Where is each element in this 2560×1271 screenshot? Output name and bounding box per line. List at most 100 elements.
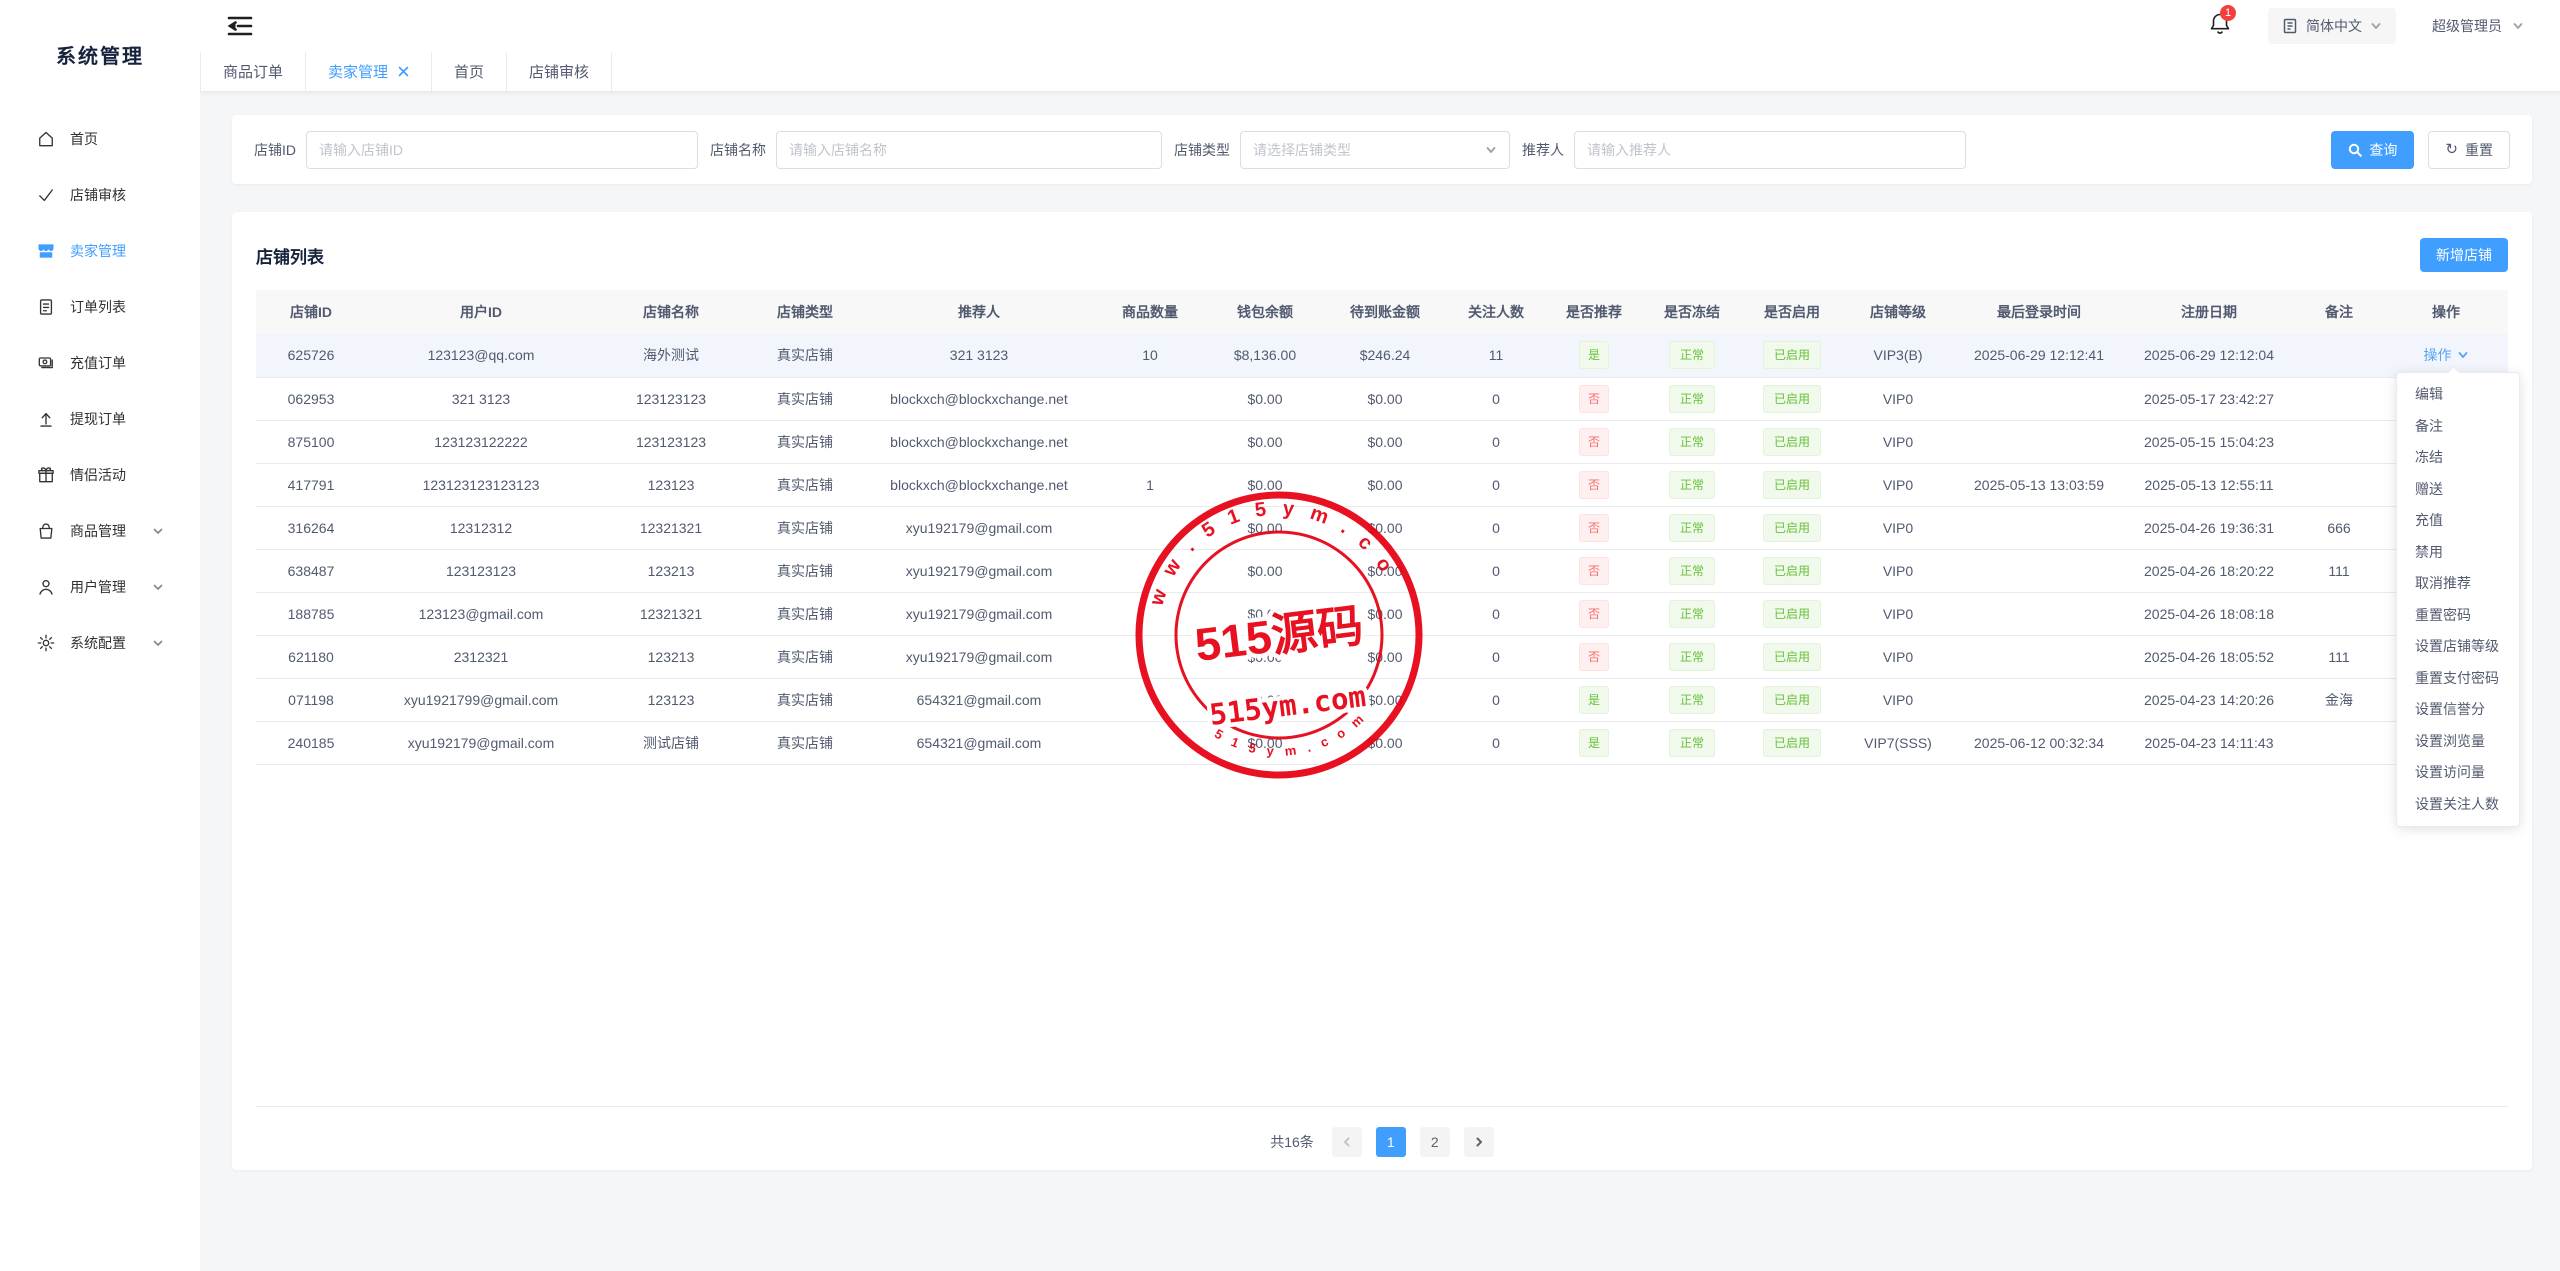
card-header: 店铺列表 新增店铺 (232, 212, 2532, 290)
topbar: 1 简体中文 超级管理员 (200, 0, 2560, 52)
cell-register: 2025-04-23 14:20:26 (2124, 678, 2294, 721)
filter-shop-name: 店铺名称 (710, 131, 1162, 169)
cell-user: 321 3123 (366, 377, 596, 420)
cell-goods (1094, 549, 1206, 592)
page-button-1[interactable]: 1 (1376, 1127, 1406, 1157)
main-area: 1 简体中文 超级管理员 商品订单 卖家管理 首页 店铺审核 (200, 0, 2560, 1271)
tab-shop-review[interactable]: 店铺审核 (506, 52, 612, 92)
column-header: 店铺等级 (1842, 290, 1954, 334)
sidebar-item-seller-management[interactable]: 卖家管理 (0, 223, 200, 279)
action-label: 操作 (2424, 345, 2452, 365)
sidebar-item-order-list[interactable]: 订单列表 (0, 279, 200, 335)
column-header: 是否推荐 (1546, 290, 1642, 334)
add-shop-button[interactable]: 新增店铺 (2420, 238, 2508, 272)
cell-name: 测试店铺 (596, 721, 746, 764)
recommend-badge: 是 (1579, 729, 1609, 757)
reset-button[interactable]: ↻ 重置 (2428, 131, 2510, 169)
shop-name-input[interactable] (776, 131, 1162, 169)
sidebar-item-system-config[interactable]: 系统配置 (0, 615, 200, 671)
cell-enable: 已启用 (1742, 377, 1842, 420)
next-page-button[interactable] (1464, 1127, 1494, 1157)
user-icon (36, 577, 56, 597)
action-menu-item[interactable]: 设置访问量 (2397, 757, 2519, 789)
sidebar-collapse-button[interactable] (226, 13, 254, 39)
action-menu-item[interactable]: 取消推荐 (2397, 568, 2519, 600)
cell-freeze: 正常 (1642, 334, 1742, 377)
column-header: 待到账金额 (1324, 290, 1446, 334)
prev-page-button[interactable] (1332, 1127, 1362, 1157)
cell-wallet: $0.00 (1206, 635, 1324, 678)
column-header: 最后登录时间 (1954, 290, 2124, 334)
cell-pending: $0.00 (1324, 463, 1446, 506)
cell-recommend: 否 (1546, 420, 1642, 463)
action-menu-item[interactable]: 编辑 (2397, 379, 2519, 411)
cell-name: 123123123 (596, 377, 746, 420)
sidebar-item-recharge-orders[interactable]: 充值订单 (0, 335, 200, 391)
cell-id: 625726 (256, 334, 366, 377)
cell-remark (2294, 721, 2384, 764)
cell-pending: $0.00 (1324, 549, 1446, 592)
cell-type: 真实店铺 (746, 592, 864, 635)
screen: 系统管理 首页 店铺审核 卖家管理 订单列表 充值订单 (0, 0, 2560, 1271)
shop-table: 店铺ID用户ID店铺名称店铺类型推荐人商品数量钱包余额待到账金额关注人数是否推荐… (256, 290, 2508, 765)
tab-home[interactable]: 首页 (431, 52, 507, 92)
cell-name: 123213 (596, 635, 746, 678)
collapse-menu-icon (226, 13, 254, 39)
action-menu-item[interactable]: 设置浏览量 (2397, 726, 2519, 758)
cell-register: 2025-04-26 19:36:31 (2124, 506, 2294, 549)
shop-type-select[interactable]: 请选择店铺类型 (1240, 131, 1510, 169)
cell-goods: 10 (1094, 334, 1206, 377)
page-button-2[interactable]: 2 (1420, 1127, 1450, 1157)
column-header: 店铺ID (256, 290, 366, 334)
chevron-down-icon (1485, 144, 1497, 156)
notifications-button[interactable]: 1 (2208, 11, 2232, 42)
sidebar-item-user-management[interactable]: 用户管理 (0, 559, 200, 615)
cell-pending: $0.00 (1324, 377, 1446, 420)
action-menu-item[interactable]: 充值 (2397, 505, 2519, 537)
sidebar-item-shop-review[interactable]: 店铺审核 (0, 167, 200, 223)
sidebar-item-label: 订单列表 (70, 297, 126, 317)
language-selector[interactable]: 简体中文 (2268, 8, 2396, 44)
tab-seller-management[interactable]: 卖家管理 (305, 52, 432, 92)
sidebar-item-withdraw-orders[interactable]: 提现订单 (0, 391, 200, 447)
action-menu-item[interactable]: 重置支付密码 (2397, 663, 2519, 695)
cell-freeze: 正常 (1642, 721, 1742, 764)
action-menu-item[interactable]: 设置关注人数 (2397, 789, 2519, 821)
cell-goods (1094, 506, 1206, 549)
cell-recommend: 否 (1546, 463, 1642, 506)
close-icon[interactable] (398, 66, 409, 77)
action-menu-item[interactable]: 设置信誉分 (2397, 694, 2519, 726)
document-icon (2282, 18, 2298, 34)
user-menu[interactable]: 超级管理员 (2432, 16, 2524, 36)
referrer-input[interactable] (1574, 131, 1966, 169)
cell-pending: $246.24 (1324, 334, 1446, 377)
row-action-trigger[interactable]: 操作 (2424, 345, 2469, 365)
shop-id-input[interactable] (306, 131, 698, 169)
action-menu-item[interactable]: 设置店铺等级 (2397, 631, 2519, 663)
filter-shop-id: 店铺ID (254, 131, 698, 169)
sidebar-item-goods-management[interactable]: 商品管理 (0, 503, 200, 559)
freeze-badge: 正常 (1669, 428, 1715, 456)
cell-freeze: 正常 (1642, 420, 1742, 463)
action-menu-item[interactable]: 备注 (2397, 411, 2519, 443)
document-icon (36, 297, 56, 317)
cell-pending: $0.00 (1324, 678, 1446, 721)
tab-goods-orders[interactable]: 商品订单 (200, 52, 306, 92)
action-menu-item[interactable]: 重置密码 (2397, 600, 2519, 632)
sidebar-item-couple-activity[interactable]: 情侣活动 (0, 447, 200, 503)
chevron-down-icon (2457, 349, 2469, 361)
column-header: 推荐人 (864, 290, 1094, 334)
check-icon (36, 185, 56, 205)
action-menu-item[interactable]: 赠送 (2397, 474, 2519, 506)
action-menu-item[interactable]: 禁用 (2397, 537, 2519, 569)
sidebar-item-home[interactable]: 首页 (0, 111, 200, 167)
action-menu-item[interactable]: 冻结 (2397, 442, 2519, 474)
shop-list-card: 店铺列表 新增店铺 店铺ID用户ID店铺名称店铺类型推荐人商品数量钱包余额待到账… (232, 212, 2532, 1170)
enable-badge: 已启用 (1763, 729, 1821, 757)
recommend-badge: 否 (1579, 471, 1609, 499)
cell-name: 海外测试 (596, 334, 746, 377)
cell-followers: 0 (1446, 549, 1546, 592)
cell-id: 621180 (256, 635, 366, 678)
cell-register: 2025-06-29 12:12:04 (2124, 334, 2294, 377)
search-button[interactable]: 查询 (2331, 131, 2414, 169)
